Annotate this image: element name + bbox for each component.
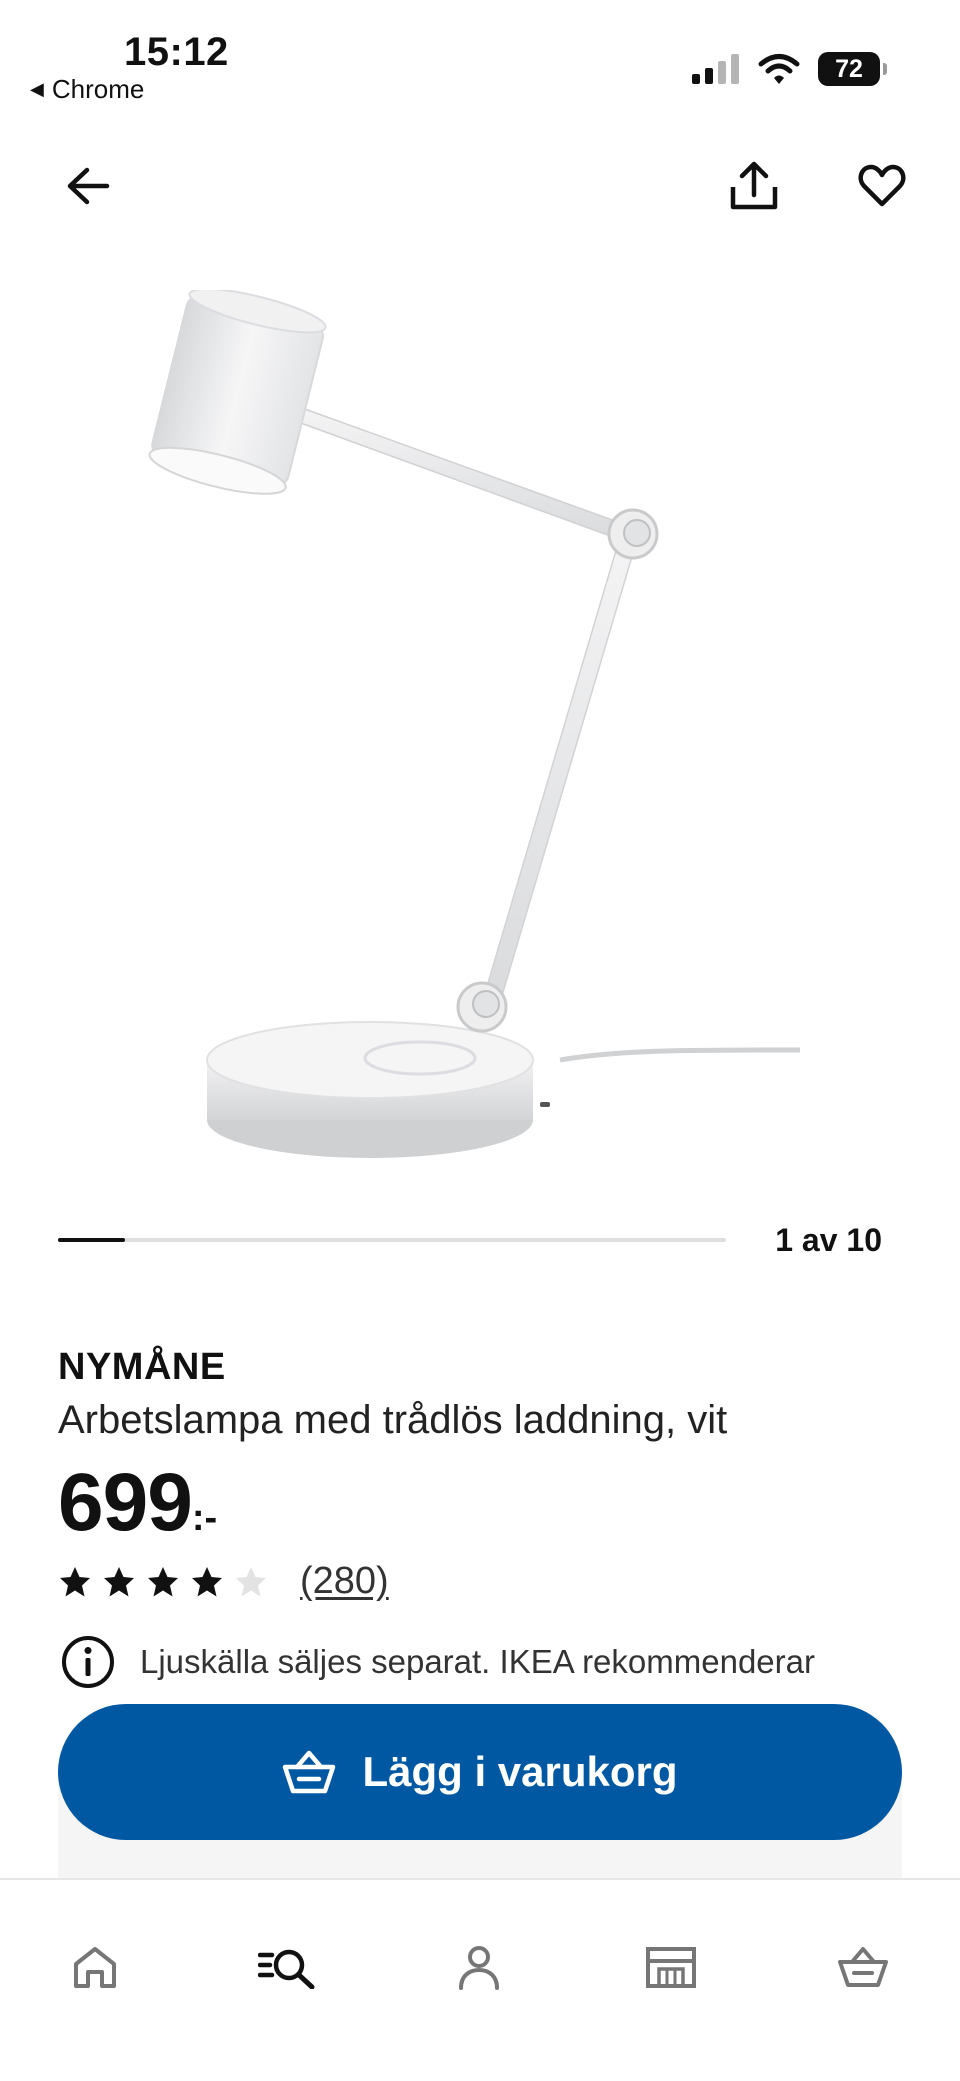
store-icon (646, 1947, 696, 1988)
search-icon (258, 1949, 315, 1989)
tab-home[interactable] (60, 1932, 130, 2002)
top-nav (0, 150, 960, 220)
back-triangle-icon: ◀ (30, 79, 44, 99)
star-filled-icon (148, 1566, 178, 1596)
product-price: 699 :- (58, 1456, 217, 1550)
star-filled-icon (192, 1566, 222, 1596)
back-to-app-link[interactable]: ◀ Chrome (30, 74, 144, 105)
status-bar: 15:12 ◀ Chrome 72 (0, 0, 960, 120)
info-icon (62, 1636, 114, 1688)
add-to-cart-label: Lägg i varukorg (362, 1748, 678, 1795)
image-counter: 1 av 10 (775, 1222, 882, 1258)
star-empty-icon (236, 1566, 266, 1596)
status-time: 15:12 (124, 30, 229, 74)
share-button[interactable] (724, 156, 784, 216)
star-filled-icon (104, 1566, 134, 1596)
carousel-progress (58, 1238, 125, 1242)
tab-profile[interactable] (444, 1932, 514, 2002)
add-to-cart-button[interactable]: Lägg i varukorg (58, 1704, 902, 1840)
product-rating[interactable]: (280) (58, 1560, 389, 1603)
tab-stores[interactable] (636, 1932, 706, 2002)
tab-cart[interactable] (828, 1932, 898, 2002)
heart-icon (858, 164, 906, 207)
cart-icon (838, 1947, 888, 1987)
battery-indicator: 72 (818, 52, 887, 86)
desk-lamp-image (148, 287, 801, 1158)
tab-search[interactable] (252, 1932, 322, 2002)
info-text: Ljuskälla säljes separat. IKEA rekommend… (140, 1643, 815, 1680)
signal-icon (692, 54, 739, 84)
back-app-label: Chrome (51, 74, 145, 104)
product-description: Arbetslampa med trådlös laddning, vit (58, 1398, 728, 1442)
status-icons: 72 (692, 52, 887, 86)
info-notice: Ljuskälla säljes separat. IKEA rekommend… (60, 1634, 815, 1690)
favorite-button[interactable] (852, 156, 912, 216)
product-image[interactable] (120, 287, 840, 1190)
share-icon (730, 161, 778, 210)
back-arrow-icon (67, 167, 110, 205)
product-name: NYMÅNE (58, 1346, 226, 1388)
carousel-track (58, 1238, 726, 1242)
price-suffix: :- (191, 1497, 218, 1539)
review-count-link[interactable]: (280) (300, 1560, 389, 1603)
basket-icon (283, 1750, 336, 1794)
star-filled-icon (60, 1566, 90, 1596)
profile-icon (459, 1946, 499, 1990)
bottom-tab-bar (0, 1878, 960, 2081)
back-button[interactable] (58, 156, 118, 216)
price-value: 699 (58, 1457, 193, 1548)
home-icon (74, 1947, 116, 1988)
wifi-icon (758, 54, 800, 84)
image-carousel-indicator: 1 av 10 (58, 1222, 882, 1262)
battery-level: 72 (835, 54, 863, 83)
rating-stars (58, 1565, 268, 1599)
